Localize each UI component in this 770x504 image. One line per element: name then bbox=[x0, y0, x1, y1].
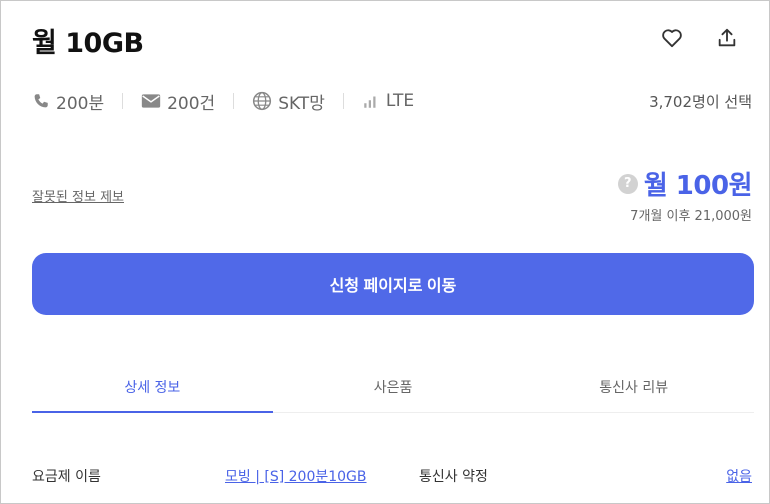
contract-value[interactable]: 없음 bbox=[726, 466, 752, 486]
signal-icon bbox=[364, 96, 376, 108]
spec-sms: 200건 bbox=[141, 89, 215, 114]
apply-page-button[interactable]: 신청 페이지로 이동 bbox=[32, 253, 754, 315]
globe-icon bbox=[253, 91, 272, 111]
favorite-button[interactable] bbox=[659, 25, 685, 51]
selected-count: 3,702명이 선택 bbox=[649, 93, 752, 111]
divider bbox=[342, 93, 344, 109]
plan-name-link[interactable]: 모빙 | [S] 200분10GB bbox=[225, 466, 367, 486]
monthly-price: 월 100원 bbox=[643, 171, 753, 201]
divider bbox=[122, 93, 124, 109]
plan-specs: 200분 200건 SKT망 LTE bbox=[32, 87, 414, 115]
spec-call: 200분 bbox=[32, 89, 104, 114]
spec-network-value: SKT망 bbox=[278, 93, 325, 114]
share-icon bbox=[718, 28, 736, 47]
divider bbox=[233, 93, 235, 109]
spec-type: LTE bbox=[362, 91, 414, 111]
report-link[interactable]: 잘못된 정보 제보 bbox=[32, 186, 124, 205]
tab-detail[interactable]: 상세 정보 bbox=[32, 363, 273, 413]
help-icon[interactable]: ? bbox=[617, 173, 638, 194]
spec-call-value: 200분 bbox=[56, 93, 105, 114]
detail-tabs: 상세 정보 사은품 통신사 리뷰 bbox=[32, 363, 754, 413]
heart-icon bbox=[662, 29, 682, 48]
price-block: ? 월 100원 bbox=[617, 165, 753, 202]
plan-name-label: 요금제 이름 bbox=[32, 469, 101, 485]
spec-sms-value: 200건 bbox=[167, 93, 216, 114]
contract-label: 통신사 약정 bbox=[419, 469, 488, 485]
tab-carrier-reviews[interactable]: 통신사 리뷰 bbox=[513, 363, 754, 412]
plan-detail-panel: 월 10GB 200분 200건 SKT망 LTE 3,702명이 선택 잘못된… bbox=[0, 0, 770, 504]
tab-gifts[interactable]: 사은품 bbox=[273, 363, 514, 412]
plan-title: 월 10GB bbox=[32, 28, 144, 59]
spec-type-value: LTE bbox=[385, 91, 415, 111]
spec-network: SKT망 bbox=[252, 89, 325, 114]
mail-icon bbox=[141, 94, 161, 108]
share-button[interactable] bbox=[714, 25, 740, 51]
phone-icon bbox=[34, 94, 48, 108]
price-after-note: 7개월 이후 21,000원 bbox=[630, 209, 752, 224]
